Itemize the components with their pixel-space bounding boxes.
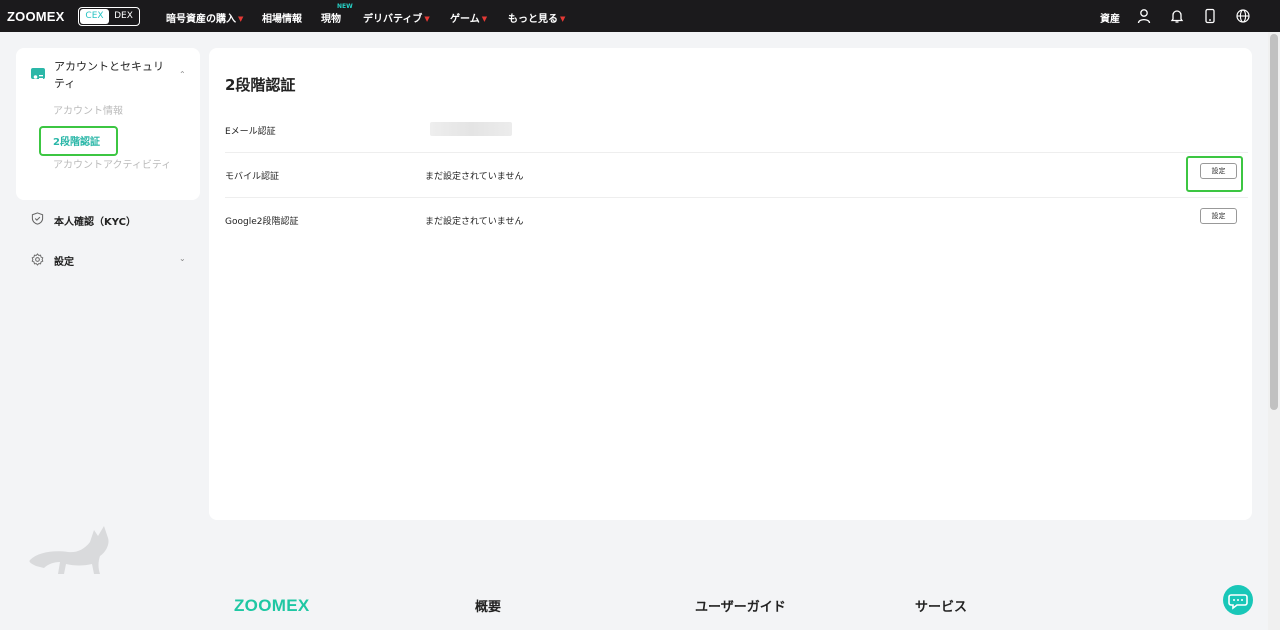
top-nav: ZOOMEX CEX DEX 暗号資産の購入 ▼ 相場情報 現物 NEW デリバテ… <box>0 0 1280 32</box>
chat-icon <box>1228 594 1248 610</box>
row-label: Google2段階認証 <box>225 217 299 227</box>
cex-option[interactable]: CEX <box>80 9 109 24</box>
gear-icon <box>31 253 44 266</box>
caret-down-icon: ▼ <box>560 15 566 23</box>
chevron-down-icon[interactable]: ⌄ <box>179 254 186 263</box>
sidebar-item-settings[interactable]: 設定 <box>54 253 74 268</box>
zoomex-logo[interactable]: ZOOMEX <box>7 9 65 24</box>
globe-icon[interactable] <box>1235 8 1251 24</box>
shield-check-icon <box>31 212 44 225</box>
row-mobile-auth: モバイル認証 まだ設定されていません 設定 <box>225 153 1248 198</box>
footer-col-services: サービス <box>915 600 968 615</box>
row-status: まだ設定されていません <box>425 217 524 227</box>
nav-derivatives[interactable]: デリバティブ ▼ <box>363 10 430 25</box>
cat-illustration <box>29 526 109 574</box>
cex-dex-switch[interactable]: CEX DEX <box>78 7 140 26</box>
caret-down-icon: ▼ <box>238 15 244 23</box>
scrollbar[interactable] <box>1268 32 1280 630</box>
row-label: Eメール認証 <box>225 127 276 137</box>
sidebar-item-account-activity[interactable]: アカウントアクティビティ <box>53 159 173 172</box>
page-title: 2段階認証 <box>225 76 296 94</box>
phone-icon[interactable] <box>1202 8 1218 24</box>
sidebar-section-title[interactable]: アカウントとセキュリティ <box>54 58 174 92</box>
nav-spot[interactable]: 現物 <box>321 10 341 25</box>
footer-col-user-guide: ユーザーガイド <box>695 600 786 615</box>
dex-option[interactable]: DEX <box>109 9 138 24</box>
sidebar-item-kyc[interactable]: 本人確認（KYC） <box>54 213 136 228</box>
id-card-icon <box>31 68 45 80</box>
scrollbar-thumb[interactable] <box>1270 34 1278 410</box>
sidebar-item-account-info[interactable]: アカウント情報 <box>53 102 123 117</box>
nav-markets[interactable]: 相場情報 <box>262 10 302 25</box>
chat-button[interactable] <box>1223 585 1253 615</box>
row-google-auth: Google2段階認証 まだ設定されていません 設定 <box>225 198 1248 243</box>
footer-col-overview: 概要 <box>475 600 502 615</box>
sidebar-item-2fa[interactable]: 2段階認証 <box>53 133 100 148</box>
new-badge: NEW <box>337 3 353 10</box>
row-label: モバイル認証 <box>225 172 280 182</box>
highlight-box <box>1186 156 1243 192</box>
row-status: まだ設定されていません <box>425 172 524 182</box>
chevron-up-icon[interactable]: ⌃ <box>179 70 186 79</box>
nav-more[interactable]: もっと見る ▼ <box>508 10 565 25</box>
sidebar-account-security: アカウントとセキュリティ ⌃ アカウント情報 2段階認証 アカウントアクティビテ… <box>16 48 200 200</box>
bell-icon[interactable] <box>1169 8 1185 24</box>
nav-assets[interactable]: 資産 <box>1100 10 1120 25</box>
caret-down-icon: ▼ <box>481 15 488 23</box>
google-setup-button[interactable]: 設定 <box>1200 208 1237 224</box>
footer-logo[interactable]: ZOOMEX <box>234 596 309 616</box>
nav-games[interactable]: ゲーム ▼ <box>450 10 487 25</box>
row-email-auth: Eメール認証 <box>225 108 1248 153</box>
user-icon[interactable] <box>1136 8 1152 24</box>
two-factor-panel: 2段階認証 Eメール認証 モバイル認証 まだ設定されていません 設定 Googl… <box>209 48 1252 520</box>
nav-buy-crypto[interactable]: 暗号資産の購入 ▼ <box>166 10 243 25</box>
caret-down-icon: ▼ <box>424 15 430 23</box>
masked-email <box>430 122 512 136</box>
